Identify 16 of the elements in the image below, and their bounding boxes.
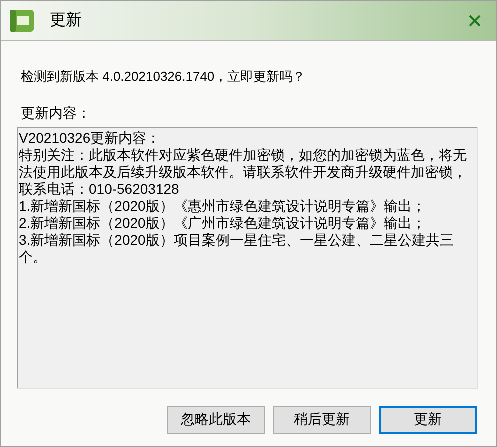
release-note-line: 联系电话：010-56203128 xyxy=(19,180,180,198)
release-note-line: V20210326更新内容： xyxy=(19,130,162,146)
release-note-line: 个。 xyxy=(19,248,48,266)
release-note-line: 3.新增新国标（2020版）项目案例一星住宅、一星公建、二星公建共三 xyxy=(19,232,455,248)
app-logo-icon xyxy=(9,8,35,32)
close-icon[interactable] xyxy=(468,14,482,28)
release-note-line: 特别关注：此版本软件对应紫色硬件加密锁，如您的加密锁为蓝色，将无 xyxy=(19,146,468,164)
dialog-button[interactable]: 忽略此版本 xyxy=(167,406,265,434)
dialog-button[interactable]: 稍后更新 xyxy=(273,406,371,434)
release-note-line: 1.新增新国标（2020版）《惠州市绿色建筑设计说明专篇》输出； xyxy=(19,198,427,214)
update-prompt: 检测到新版本 4.0.20210326.1740，立即更新吗？ xyxy=(21,68,307,86)
content-label: 更新内容： xyxy=(21,104,92,122)
release-note-line: 2.新增新国标（2020版）《广州市绿色建筑设计说明专篇》输出； xyxy=(19,214,427,232)
window-title: 更新 xyxy=(50,10,82,30)
release-note-line: 法使用此版本及后续升级版本软件。请联系软件开发商升级硬件加密锁， xyxy=(19,164,468,180)
dialog-button[interactable]: 更新 xyxy=(379,406,477,434)
